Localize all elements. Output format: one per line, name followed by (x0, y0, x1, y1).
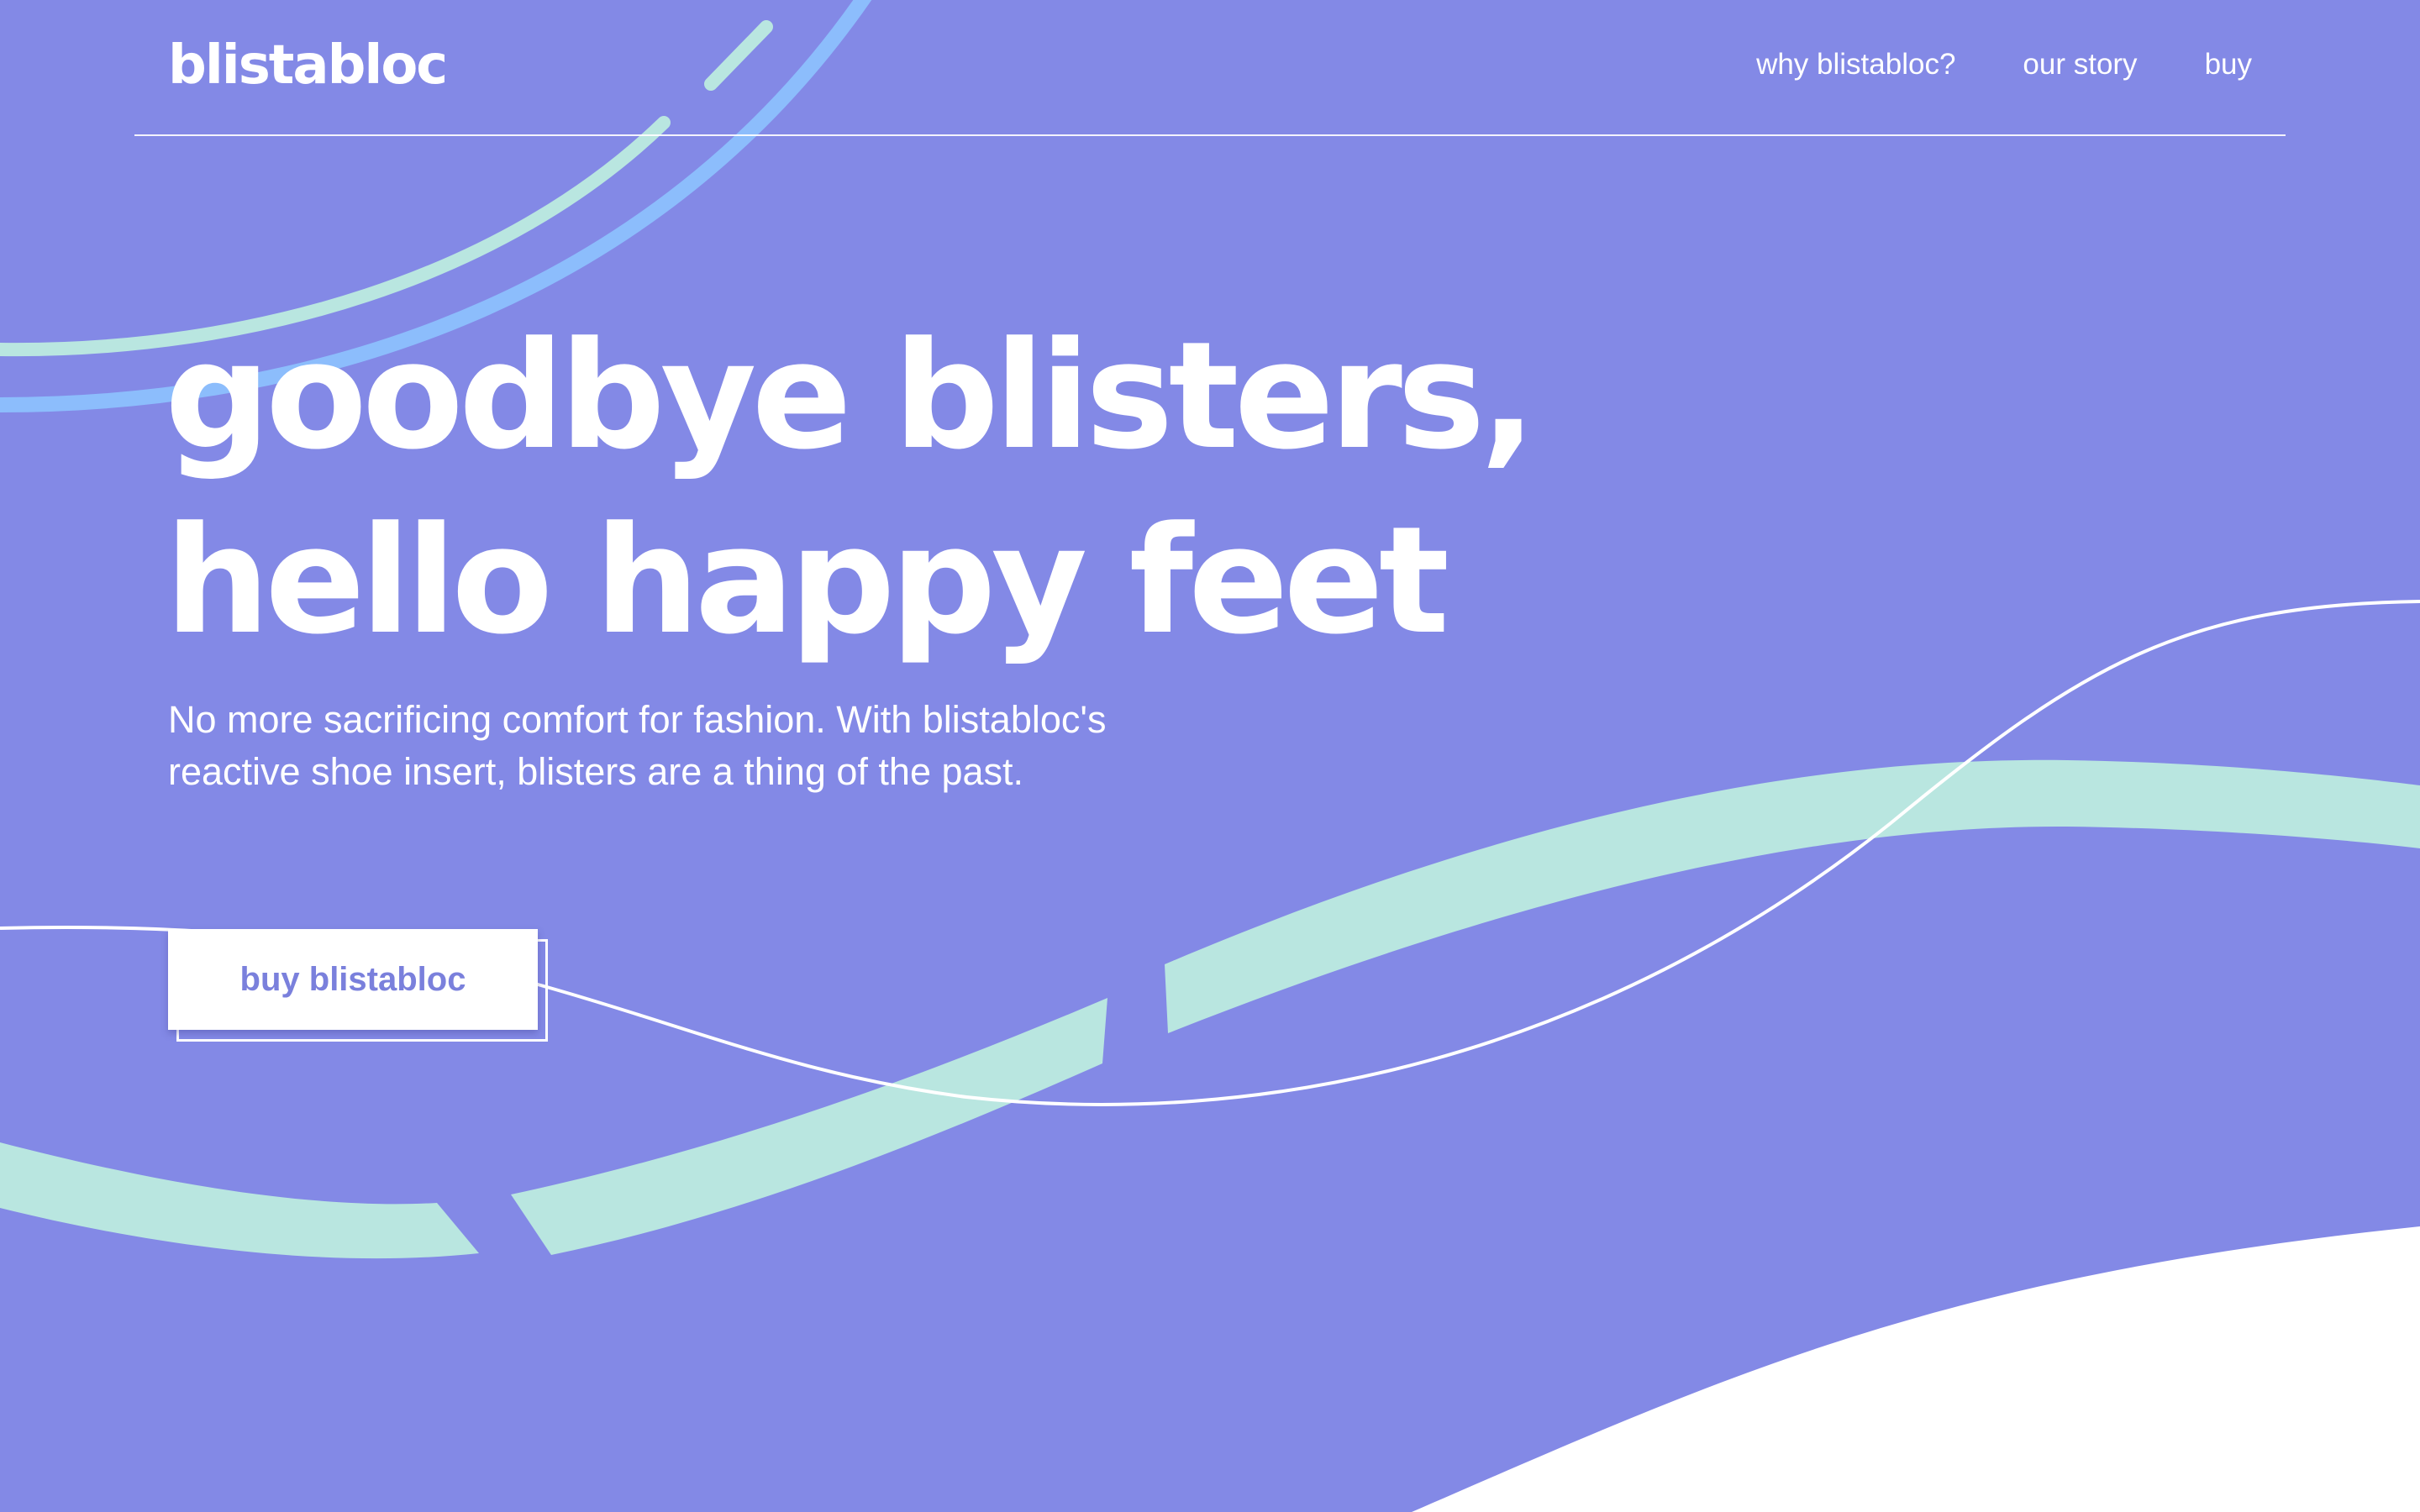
nav-link-buy[interactable]: buy (2205, 44, 2252, 86)
buy-button[interactable]: buy blistabloc (168, 929, 538, 1030)
top-navigation: blistabloc why blistabloc? our story buy (134, 0, 2286, 136)
nav-link-why[interactable]: why blistabloc? (1756, 44, 1955, 86)
nav-links: why blistabloc? our story buy (1756, 44, 2252, 86)
hero-subtitle: No more sacrificing comfort for fashion.… (168, 698, 1107, 793)
brand-logo[interactable]: blistabloc (168, 32, 448, 99)
hero-title-line-1: goodbye blisters, (165, 310, 1536, 482)
white-corner-shape (1412, 1226, 2420, 1512)
mint-band-left (0, 1142, 479, 1259)
hero-title-line-2: hello happy feet (165, 495, 1449, 667)
mint-band-middle (511, 998, 1107, 1255)
mint-band-right (1165, 759, 2420, 1033)
nav-link-our-story[interactable]: our story (2023, 44, 2137, 86)
hero-title: goodbye blisters, hello happy feet (165, 304, 1536, 674)
cta-container: buy blistabloc (168, 929, 548, 1042)
